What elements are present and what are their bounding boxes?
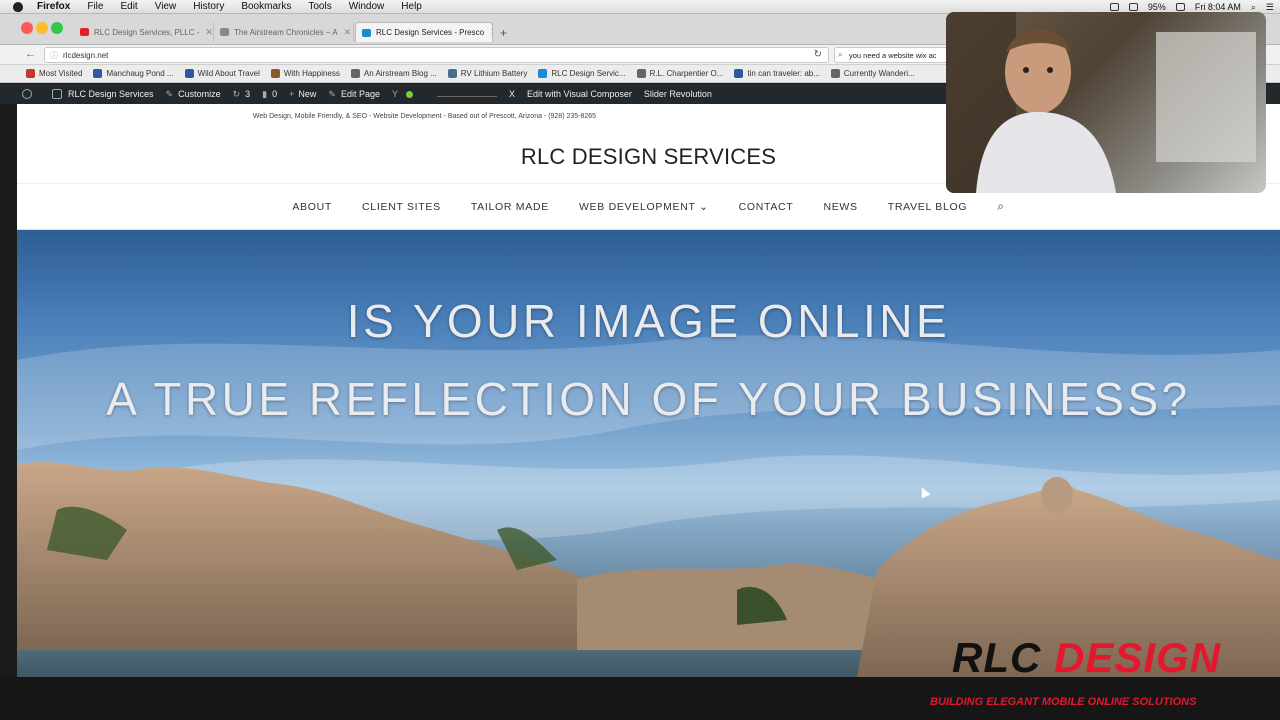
clock[interactable]: Fri 8:04 AM bbox=[1195, 2, 1241, 12]
bookmark-wild-about-travel[interactable]: Wild About Travel bbox=[184, 69, 260, 78]
bookmark-favicon-icon bbox=[830, 69, 840, 78]
menu-help[interactable]: Help bbox=[401, 1, 422, 12]
home-icon bbox=[52, 89, 62, 99]
nav-about[interactable]: ABOUT bbox=[292, 201, 332, 213]
wordpress-logo-icon[interactable] bbox=[22, 89, 38, 99]
apple-icon[interactable] bbox=[13, 1, 23, 12]
bookmark-currently-wandering[interactable]: Currently Wanderi... bbox=[830, 69, 915, 78]
brush-icon: ✎ bbox=[165, 88, 174, 99]
bookmark-favicon-icon bbox=[636, 69, 646, 78]
nav-news[interactable]: NEWS bbox=[823, 201, 857, 213]
menu-window[interactable]: Window bbox=[349, 1, 385, 12]
menu-file[interactable]: File bbox=[87, 1, 103, 12]
bookmark-favicon-icon bbox=[270, 69, 280, 78]
bookmark-rv-lithium[interactable]: RV Lithium Battery bbox=[447, 69, 527, 78]
nav-tailor-made[interactable]: TAILOR MADE bbox=[471, 201, 549, 213]
tab-label: RLC Design Services - Presco bbox=[376, 28, 485, 37]
battery-icon[interactable] bbox=[1175, 3, 1185, 11]
nav-contact[interactable]: CONTACT bbox=[739, 201, 794, 213]
rlc-favicon-icon bbox=[362, 28, 371, 37]
volume-icon[interactable] bbox=[1128, 3, 1138, 11]
tab-airstream[interactable]: The Airstream Chronicles – A ✕ bbox=[214, 22, 354, 42]
admin-updates[interactable]: ↻ 3 bbox=[233, 89, 251, 100]
bookmark-rlc-design[interactable]: RLC Design Servic... bbox=[538, 69, 626, 78]
back-button[interactable]: ← bbox=[25, 48, 36, 60]
wordpress-favicon-icon bbox=[350, 69, 360, 78]
reload-icon[interactable]: ↻ bbox=[814, 49, 822, 60]
admin-comments[interactable]: ▮ 0 bbox=[262, 89, 277, 100]
logo-tagline: BUILDING ELEGANT MOBILE ONLINE SOLUTIONS bbox=[930, 696, 1197, 708]
menu-history[interactable]: History bbox=[193, 1, 224, 12]
info-icon[interactable]: ⓘ bbox=[50, 50, 58, 61]
nav-client-sites[interactable]: CLIENT SITES bbox=[362, 201, 441, 213]
menu-app-name[interactable]: Firefox bbox=[37, 1, 70, 12]
tab-close-icon[interactable]: ✕ bbox=[199, 27, 213, 38]
refresh-icon: ↻ bbox=[232, 88, 241, 99]
menu-edit[interactable]: Edit bbox=[120, 1, 137, 12]
window-close-button[interactable] bbox=[21, 22, 33, 34]
search-icon[interactable]: ⌕ bbox=[997, 199, 1004, 214]
nav-travel-blog[interactable]: TRAVEL BLOG bbox=[888, 201, 967, 213]
bookmark-airstream-blog[interactable]: An Airstream Blog ... bbox=[350, 69, 437, 78]
window-zoom-button[interactable] bbox=[51, 22, 63, 34]
rlc-design-logo: RLC DESIGN bbox=[952, 634, 1222, 681]
tab-label: RLC Design Services, PLLC - bbox=[94, 27, 200, 37]
new-tab-button[interactable]: + bbox=[500, 26, 507, 40]
battery-percent[interactable]: 95% bbox=[1148, 2, 1166, 12]
hero-headline-1: IS YOUR IMAGE ONLINE bbox=[346, 295, 951, 347]
window-minimize-button[interactable] bbox=[36, 22, 48, 34]
admin-close-x[interactable]: X bbox=[509, 89, 515, 99]
bookmark-favicon-icon bbox=[447, 69, 457, 78]
tab-label: The Airstream Chronicles – A bbox=[234, 27, 338, 37]
nav-web-development[interactable]: WEB DEVELOPMENT ⌄ bbox=[579, 201, 709, 213]
bookmark-favicon-icon bbox=[734, 69, 744, 78]
bookmark-most-visited[interactable]: Most Visited bbox=[26, 69, 82, 78]
webcam-person-image bbox=[946, 12, 1256, 193]
url-text: rlcdesign.net bbox=[63, 50, 109, 60]
admin-visual-composer[interactable]: Edit with Visual Composer bbox=[527, 89, 632, 99]
tab-rlc-pllc[interactable]: RLC Design Services, PLLC - ✕ bbox=[74, 22, 214, 42]
bookmark-favicon-icon bbox=[184, 69, 194, 78]
yoast-seo-icon[interactable]: Y bbox=[392, 89, 413, 99]
admin-customize[interactable]: ✎ Customize bbox=[166, 89, 221, 100]
youtube-favicon-icon bbox=[80, 28, 89, 36]
bookmark-charpentier[interactable]: R.L. Charpentier O... bbox=[636, 69, 723, 78]
hero-headline-2: A TRUE REFLECTION OF YOUR BUSINESS? bbox=[106, 373, 1191, 425]
bookmark-favicon-icon bbox=[538, 69, 548, 78]
bookmark-favicon-icon bbox=[93, 69, 103, 78]
plus-icon: + bbox=[289, 89, 295, 99]
tab-rlc-prescott[interactable]: RLC Design Services - Presco ✕ bbox=[355, 22, 493, 42]
menu-tools[interactable]: Tools bbox=[308, 1, 331, 12]
search-bar[interactable]: ⌕ you need a website wix ac bbox=[834, 47, 964, 63]
menu-bookmarks[interactable]: Bookmarks bbox=[241, 1, 291, 12]
notification-center-icon[interactable]: ☰ bbox=[1266, 2, 1274, 13]
admin-site-name[interactable]: RLC Design Services bbox=[52, 89, 154, 99]
admin-progress-indicator bbox=[437, 91, 497, 97]
admin-slider-revolution[interactable]: Slider Revolution bbox=[644, 89, 712, 99]
comment-icon: ▮ bbox=[262, 88, 268, 99]
bookmark-with-happiness[interactable]: With Happiness bbox=[270, 69, 340, 78]
pencil-icon: ✎ bbox=[328, 88, 336, 99]
webcam-overlay bbox=[946, 12, 1266, 193]
url-bar[interactable]: ⓘ rlcdesign.net ↻ bbox=[44, 47, 829, 63]
search-text: you need a website wix ac bbox=[849, 50, 937, 60]
tab-close-icon[interactable]: ✕ bbox=[338, 27, 352, 38]
wordpress-favicon-icon bbox=[220, 28, 229, 36]
menu-view[interactable]: View bbox=[155, 1, 177, 12]
tab-close-icon[interactable]: ✕ bbox=[484, 27, 492, 38]
seo-status-dot bbox=[406, 90, 413, 98]
bookmark-folder-icon bbox=[26, 69, 35, 78]
site-tagline: Web Design, Mobile Friendly, & SEO - Web… bbox=[252, 113, 597, 120]
admin-new[interactable]: + New bbox=[289, 89, 316, 99]
bookmark-manchaug[interactable]: Manchaug Pond ... bbox=[93, 69, 174, 78]
search-icon: ⌕ bbox=[838, 49, 844, 59]
bookmark-tin-can[interactable]: tin can traveler: ab... bbox=[734, 69, 820, 78]
spotlight-icon[interactable]: ⌕ bbox=[1251, 2, 1256, 13]
wifi-icon[interactable] bbox=[1109, 3, 1119, 11]
admin-edit-page[interactable]: ✎ Edit Page bbox=[328, 89, 380, 100]
chevron-down-icon: ⌄ bbox=[699, 200, 709, 213]
